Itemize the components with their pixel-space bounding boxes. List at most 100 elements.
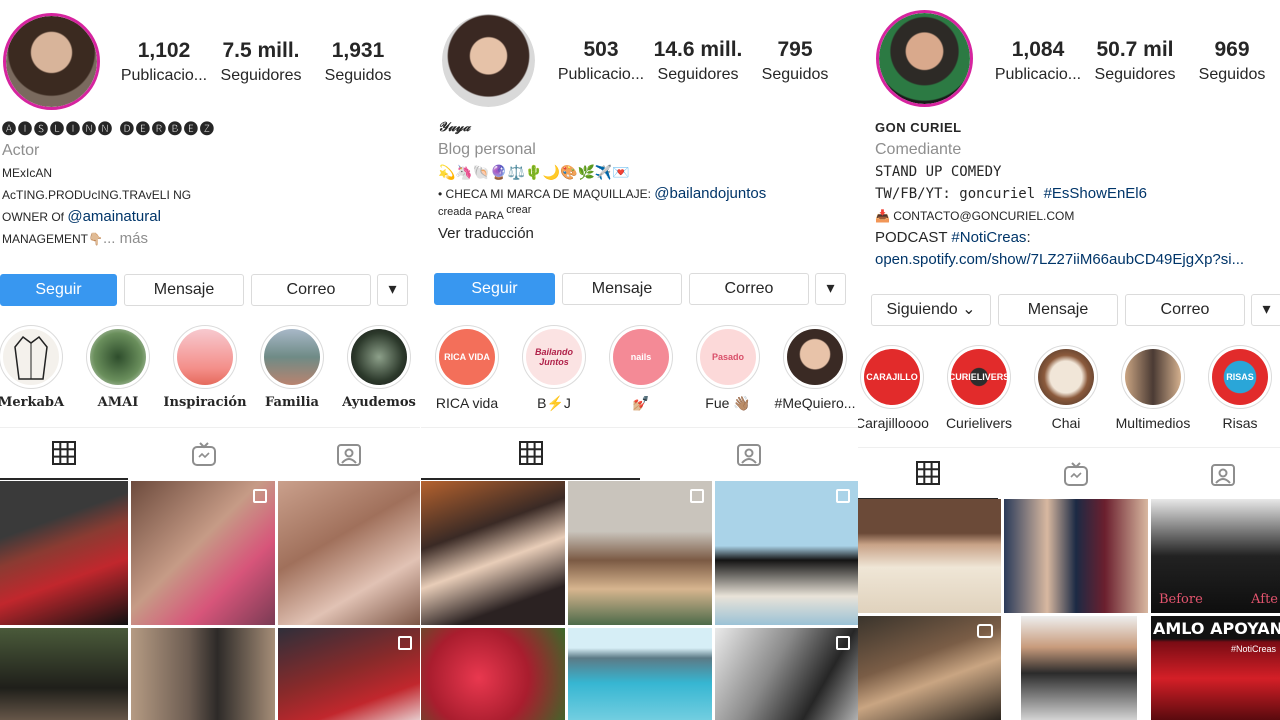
follow-button[interactable]: Seguir [434,273,555,305]
post-thumbnail[interactable] [715,628,858,720]
tab-tagged[interactable] [1150,448,1280,500]
website-link[interactable]: open.spotify.com/show/7LZ27iiM66aubCD49E… [875,249,1280,271]
stat-followers[interactable]: 14.6 mill. Seguidores [648,38,748,84]
carousel-icon [690,489,704,503]
message-button[interactable]: Mensaje [562,273,682,305]
more-link[interactable]: ... más [103,230,148,247]
laugh-icon: RISAS [1212,349,1268,405]
tagged-icon [337,444,361,466]
tab-igtv[interactable] [140,428,268,480]
post-thumbnail[interactable] [858,616,1001,720]
highlight-item[interactable]: #MeQuiero... [772,325,858,411]
stat-posts[interactable]: 1,084 Publicacio... [988,38,1088,84]
dropdown-button[interactable]: ▾ [815,273,846,305]
dog-icon [1038,349,1094,405]
tab-grid[interactable] [421,428,640,480]
follow-button[interactable]: Seguir [0,274,117,306]
see-translation-link[interactable]: Ver traducción [438,223,856,245]
stat-posts[interactable]: 1,102 Publicacio... [114,39,214,85]
highlight-label: MerkabA [0,395,65,410]
highlight-item[interactable]: RICA VIDA RICA vida [424,325,510,411]
followers-label: Seguidores [657,66,739,83]
bio-emoji-line: 💫🦄🐚🔮⚖️🌵🌙🎨🌿✈️💌 [438,164,630,180]
bio-sub-text: crear [503,204,532,216]
post-thumbnail[interactable]: AMLO APOYANDO #NotiCreas [1151,616,1280,720]
highlight-item[interactable]: CARAJILLO Carajilloooo [858,345,935,431]
following-label: Seguidos [1198,66,1266,83]
highlight-item[interactable]: MerkabA [0,325,74,410]
stat-following[interactable]: 1,931 Seguidos [308,39,408,85]
post-thumbnail[interactable] [131,481,275,625]
email-button[interactable]: Correo [1125,294,1245,326]
highlight-item[interactable]: Chai [1023,345,1109,431]
post-thumbnail[interactable] [1021,616,1137,720]
post-thumbnail[interactable] [568,481,712,625]
message-button[interactable]: Mensaje [998,294,1118,326]
post-thumbnail[interactable] [421,628,565,720]
stat-posts[interactable]: 503 Publicacio... [551,38,651,84]
highlight-item[interactable]: CURIELIVERS Curielivers [936,345,1022,431]
profile-panel-goncuriel: 1,084 Publicacio... 50.7 mil Seguidores … [858,0,1280,720]
post-thumbnail[interactable] [858,499,1001,613]
igtv-icon [192,442,216,466]
highlight-label: Inspiración [163,395,247,410]
followers-count: 50.7 mil [1096,38,1174,61]
profile-name: 🅐🅘🅢🅛🅘🅝🅝 🅓🅔🅡🅑🅔🅩 [2,121,216,137]
bio-management: MANAGEMENT👇🏼 [2,232,103,246]
message-button[interactable]: Mensaje [124,274,244,306]
email-button[interactable]: Correo [251,274,371,306]
following-count: 795 [777,38,813,61]
post-thumbnail[interactable] [421,481,565,625]
highlight-item[interactable]: Bailando Juntos B⚡J [511,325,597,412]
cup-icon: CARAJILLO [864,349,920,405]
highlight-item[interactable]: RISAS Risas [1197,345,1280,431]
stat-followers[interactable]: 50.7 mil Seguidores [1085,38,1185,84]
tab-igtv[interactable] [1003,448,1149,500]
dropdown-button[interactable]: ▾ [1251,294,1280,326]
following-button[interactable]: Siguiendo ⌄ [871,294,991,326]
highlight-item[interactable]: Multimedios [1110,345,1196,431]
post-thumbnail[interactable] [715,481,858,625]
profile-bio: 𝒴𝓊𝓎𝒶 Blog personal 💫🦄🐚🔮⚖️🌵🌙🎨🌿✈️💌 • CHECA… [438,117,856,245]
post-thumbnail[interactable] [568,628,712,720]
profile-avatar[interactable] [3,13,100,110]
highlight-item[interactable]: Ayudemos [336,325,420,410]
tab-grid[interactable] [858,448,998,500]
profile-category: Actor [2,142,40,159]
posts-count: 503 [583,38,619,61]
hashtag-link[interactable]: #EsShowEnEl6 [1044,185,1147,202]
bio-sub-text: PARA [474,210,504,222]
tab-tagged[interactable] [285,428,413,480]
post-thumbnail[interactable] [1004,499,1148,613]
stat-following[interactable]: 969 Seguidos [1182,38,1280,84]
bio-line: AcTING.PRODUcING.TRAvELI NG [2,188,192,202]
post-thumbnail[interactable] [0,481,128,625]
highlight-item[interactable]: Inspiración [162,325,248,410]
hashtag-link[interactable]: #NotiCreas [951,229,1026,246]
dropdown-button[interactable]: ▾ [377,274,408,306]
post-thumbnail[interactable] [0,628,128,720]
brand-mention-link[interactable]: @bailandojuntos [654,185,766,202]
radio-icon: RICA VIDA [439,329,495,385]
post-thumbnail[interactable]: Before Afte [1151,499,1280,613]
owner-mention-link[interactable]: @amainatural [67,208,161,225]
profile-avatar[interactable] [442,14,535,107]
post-thumbnail[interactable] [278,481,420,625]
profile-name: GON CURIEL [875,120,962,135]
email-button[interactable]: Correo [689,273,809,305]
post-thumbnail[interactable] [131,628,275,720]
post-thumbnail[interactable] [278,628,420,720]
stat-followers[interactable]: 7.5 mill. Seguidores [211,39,311,85]
tab-grid[interactable] [0,428,128,480]
highlight-item[interactable]: Pasado Fue 👋🏽 [685,325,771,412]
highlight-item[interactable]: nails 💅🏼 [598,325,684,412]
profile-avatar[interactable] [876,10,973,107]
bio-owner-prefix: OWNER Of [2,210,68,224]
highlight-label: Chai [1051,415,1081,431]
tile-caption: #NotiCreas [1230,644,1276,654]
stat-following[interactable]: 795 Seguidos [745,38,845,84]
highlight-item[interactable]: AMAI [75,325,161,410]
highlight-item[interactable]: Familia [249,325,335,410]
coat-icon [3,329,59,385]
tab-tagged[interactable] [640,428,858,480]
